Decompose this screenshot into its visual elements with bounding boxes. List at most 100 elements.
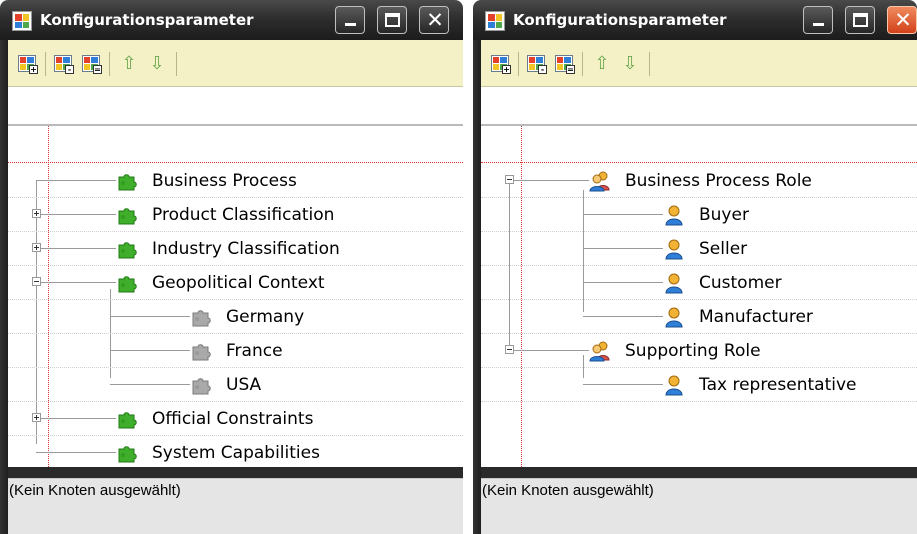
people-group-icon	[589, 170, 611, 192]
tree-node[interactable]: Official Constraints	[8, 402, 463, 436]
tree-connector	[36, 282, 116, 283]
person-icon	[663, 238, 685, 260]
remove-node-button[interactable]: -	[527, 55, 547, 74]
add-node-icon: +	[502, 65, 511, 74]
maximize-button[interactable]	[377, 6, 407, 34]
tree-connector	[583, 316, 663, 317]
config-window-left: Konfigurationsparameter ✕ + - = ⇧ ⇩ Busi…	[0, 0, 463, 534]
window-title: Konfigurationsparameter	[40, 11, 254, 29]
add-node-button[interactable]: +	[18, 55, 38, 74]
tree-connector	[36, 418, 116, 419]
window-title: Konfigurationsparameter	[513, 11, 727, 29]
minimize-icon	[345, 23, 356, 26]
tree-rows: Business Process Product Classification In…	[8, 164, 463, 467]
person-icon	[663, 272, 685, 294]
expand-icon[interactable]	[32, 209, 41, 218]
move-up-icon: ⇧	[594, 53, 610, 74]
tree-node[interactable]: Seller	[481, 232, 917, 266]
tree-node[interactable]: Geopolitical Context	[8, 266, 463, 300]
tree-connector	[36, 452, 116, 453]
move-up-icon: ⇧	[121, 53, 137, 74]
move-down-button[interactable]: ⇩	[620, 52, 640, 76]
tree-node-label: Supporting Role	[625, 341, 761, 361]
remove-node-button[interactable]: -	[54, 55, 74, 74]
tree-node[interactable]: Customer	[481, 266, 917, 300]
tree-node[interactable]: Buyer	[481, 198, 917, 232]
status-bar: (Kein Knoten ausgewählt)	[8, 478, 463, 534]
puzzle-green-icon	[116, 272, 138, 294]
close-icon: ✕	[426, 8, 444, 32]
tree-node[interactable]: Manufacturer	[481, 300, 917, 334]
tree-node-label: Germany	[226, 307, 305, 327]
tree-node[interactable]: USA	[8, 368, 463, 402]
app-icon	[12, 11, 32, 31]
toolbar-separator	[109, 52, 110, 76]
people-group-icon	[589, 340, 611, 362]
tree-node[interactable]: Business Process	[8, 164, 463, 198]
add-node-button[interactable]: +	[491, 55, 511, 74]
move-down-button[interactable]: ⇩	[147, 52, 167, 76]
title-bar[interactable]: Konfigurationsparameter ✕	[0, 0, 463, 40]
toolbar: + - = ⇧ ⇩	[8, 40, 463, 87]
collapse-icon[interactable]	[505, 345, 514, 354]
expand-icon[interactable]	[32, 413, 41, 422]
window-frame	[0, 40, 8, 534]
tree-view[interactable]: Business Process Role Buyer Seller Customer…	[481, 124, 917, 467]
status-text: (Kein Knoten ausgewählt)	[482, 482, 654, 499]
tree-node[interactable]: Industry Classification	[8, 232, 463, 266]
expand-icon[interactable]	[32, 243, 41, 252]
collapse-icon[interactable]	[32, 277, 41, 286]
toolbar-separator	[45, 52, 46, 76]
move-up-button[interactable]: ⇧	[119, 52, 139, 76]
tree-connector	[583, 248, 663, 249]
toolbar-separator	[518, 52, 519, 76]
minimize-button[interactable]	[335, 6, 365, 34]
tree-connector	[36, 248, 116, 249]
move-down-icon: ⇩	[622, 53, 638, 74]
tree-node-label: Buyer	[699, 205, 749, 225]
maximize-button[interactable]	[845, 6, 875, 34]
title-bar[interactable]: Konfigurationsparameter ✕	[473, 0, 917, 40]
remove-node-icon: -	[538, 65, 547, 74]
tree-node-label: System Capabilities	[152, 443, 320, 463]
edit-node-icon: =	[566, 65, 575, 74]
tree-node[interactable]: Germany	[8, 300, 463, 334]
tree-connector	[110, 316, 190, 317]
minimize-icon	[813, 23, 824, 26]
tree-node[interactable]: System Capabilities	[8, 436, 463, 467]
tree-node-label: Seller	[699, 239, 748, 259]
toolbar-separator	[649, 52, 650, 76]
puzzle-green-icon	[116, 442, 138, 464]
tree-node[interactable]: France	[8, 334, 463, 368]
tree-connector	[509, 180, 589, 181]
edit-node-button[interactable]: =	[555, 55, 575, 74]
toolbar-separator	[582, 52, 583, 76]
status-text: (Kein Knoten ausgewählt)	[9, 482, 181, 499]
minimize-button[interactable]	[803, 6, 833, 34]
config-window-right: Konfigurationsparameter ✕ + - = ⇧ ⇩ Busi…	[473, 0, 917, 534]
tree-connector	[509, 350, 589, 351]
collapse-icon[interactable]	[505, 175, 514, 184]
tree-node[interactable]: Business Process Role	[481, 164, 917, 198]
close-icon: ✕	[894, 8, 912, 32]
puzzle-green-icon	[116, 408, 138, 430]
close-button[interactable]: ✕	[419, 6, 449, 34]
edit-node-button[interactable]: =	[82, 55, 102, 74]
add-node-icon: +	[29, 65, 38, 74]
puzzle-gray-icon	[190, 306, 212, 328]
tree-node[interactable]: Tax representative	[481, 368, 917, 402]
tree-connector	[583, 384, 663, 385]
tree-node-label: Industry Classification	[152, 239, 340, 259]
puzzle-green-icon	[116, 238, 138, 260]
tree-node[interactable]: Product Classification	[8, 198, 463, 232]
tree-node-label: Manufacturer	[699, 307, 813, 327]
tree-view[interactable]: Business Process Product Classification In…	[8, 124, 463, 467]
tree-connector	[36, 180, 116, 181]
tree-connector	[110, 350, 190, 351]
close-button[interactable]: ✕	[887, 6, 917, 34]
tree-node[interactable]: Supporting Role	[481, 334, 917, 368]
move-up-button[interactable]: ⇧	[592, 52, 612, 76]
person-icon	[663, 204, 685, 226]
tree-node-label: Product Classification	[152, 205, 335, 225]
puzzle-gray-icon	[190, 340, 212, 362]
